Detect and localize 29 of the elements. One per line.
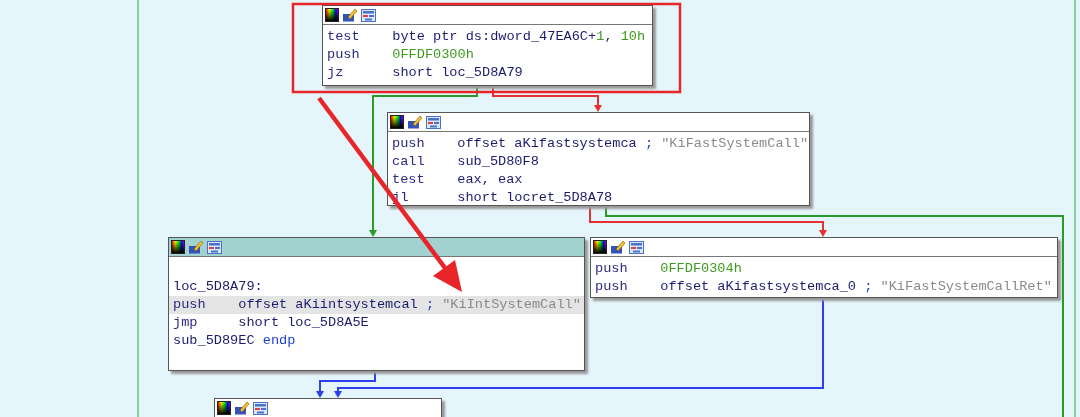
code-line: push 0FFDF0300h xyxy=(326,46,475,64)
code-line: call sub_5D80F8 xyxy=(391,153,540,171)
code-line: push offset aKifastsystemca_0 ; "KiFastSystemCallRet" xyxy=(594,278,1053,296)
code-line: jmp short loc_5D8A5E xyxy=(172,314,370,332)
pencil-icon[interactable] xyxy=(407,115,423,129)
graph-icon[interactable] xyxy=(253,401,268,415)
pencil-icon[interactable] xyxy=(342,8,358,22)
code-block[interactable]: loc_5D8A79: push offset aKiintsystemcal ; "KiIntSystemCall" jmp short loc_5D8A5E sub_5D89EC endp xyxy=(168,237,585,371)
graph-icon[interactable] xyxy=(629,240,644,254)
code-line: test eax, eax xyxy=(391,171,524,189)
palette-icon[interactable] xyxy=(593,240,607,254)
code-line: test byte ptr ds:dword_47EA6C+1, 10h xyxy=(326,28,647,46)
code-line: push offset aKifastsystemca ; "KiFastSystemCall" xyxy=(391,135,809,153)
pencil-icon[interactable] xyxy=(610,240,626,254)
palette-icon[interactable] xyxy=(325,8,339,22)
code-line: sub_5D89EC endp xyxy=(172,332,297,350)
graph-icon[interactable] xyxy=(361,8,376,22)
palette-icon[interactable] xyxy=(217,401,231,415)
pencil-icon[interactable] xyxy=(188,240,204,254)
palette-icon[interactable] xyxy=(171,240,185,254)
code-block[interactable]: test byte ptr ds:dword_47EA6C+1, 10h push 0FFDF0300h jz short loc_5D8A79 xyxy=(322,5,653,86)
code-line: loc_5D8A79: xyxy=(172,278,264,296)
code-block[interactable]: push 0FFDF0304h push offset aKifastsystemca_0 ; "KiFastSystemCallRet" xyxy=(590,237,1058,298)
code-line: jz short loc_5D8A79 xyxy=(326,64,524,82)
code-line: push 0FFDF0304h xyxy=(594,260,743,278)
graph-icon[interactable] xyxy=(207,240,222,254)
palette-icon[interactable] xyxy=(390,115,404,129)
pencil-icon[interactable] xyxy=(234,401,250,415)
graph-icon[interactable] xyxy=(426,115,441,129)
